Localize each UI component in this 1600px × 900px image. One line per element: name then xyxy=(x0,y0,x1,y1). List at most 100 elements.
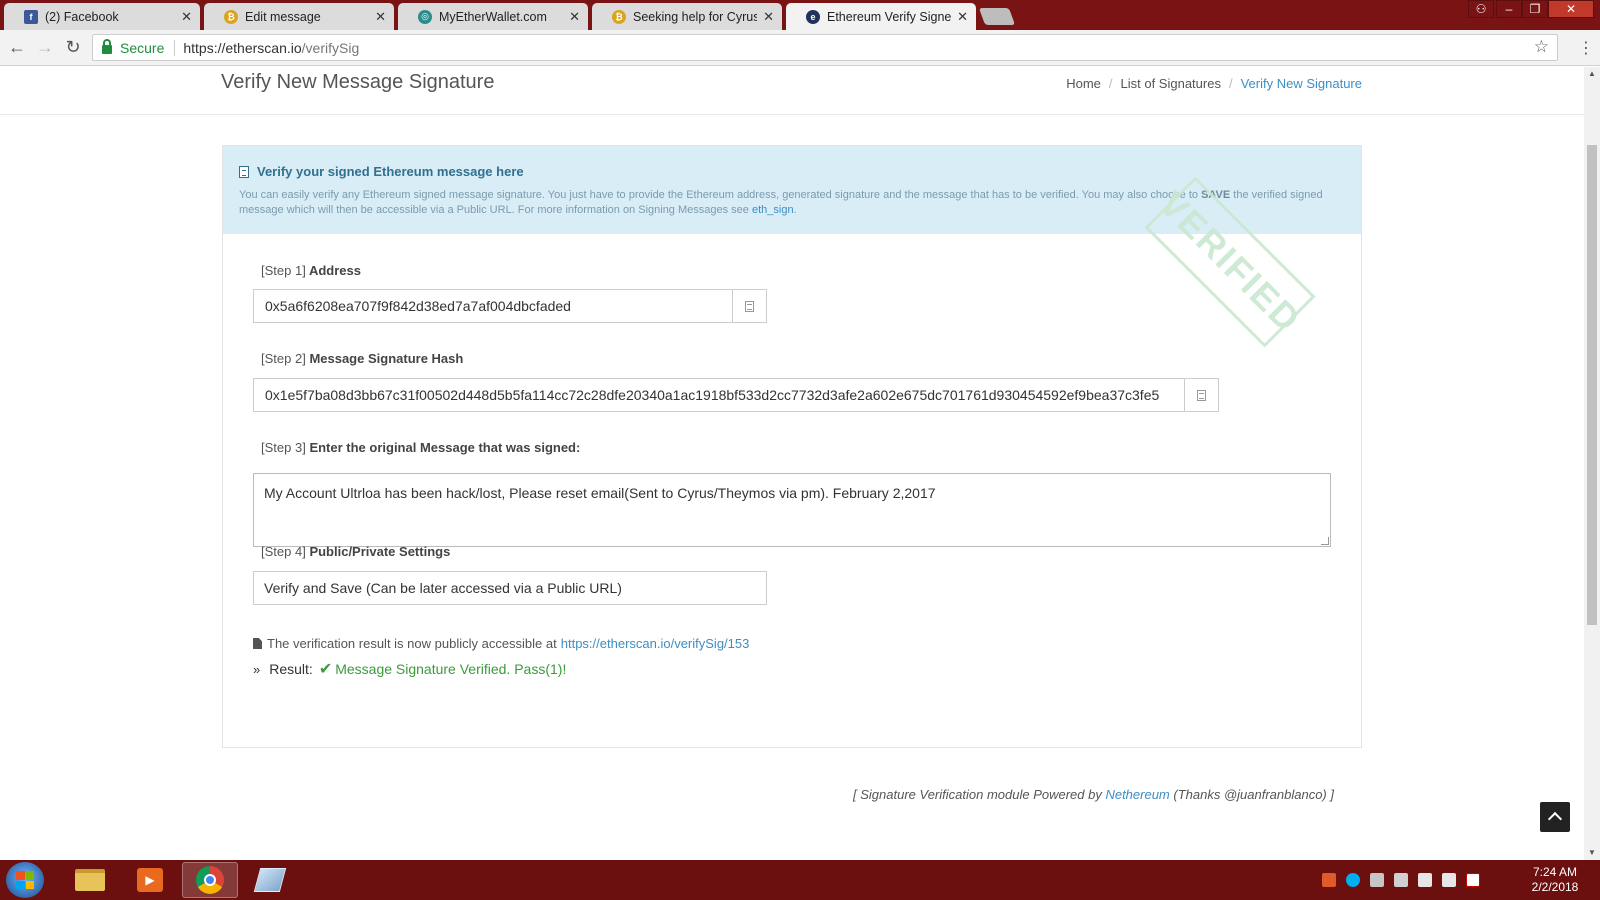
public-note-text: The verification result is now publicly … xyxy=(267,636,557,651)
forward-button[interactable]: → xyxy=(34,37,56,58)
step-1-label: [Step 1] Address xyxy=(261,263,361,278)
clock-time: 7:24 AM xyxy=(1532,865,1578,879)
step-3-label: [Step 3] Enter the original Message that… xyxy=(261,440,580,455)
file-icon xyxy=(253,638,262,649)
step-title: Message Signature Hash xyxy=(309,351,464,366)
footer-text: [ Signature Verification module Powered … xyxy=(853,787,1106,802)
clock-date: 2/2/2018 xyxy=(1531,880,1579,894)
chrome-icon xyxy=(196,866,224,894)
page-title: Verify New Message Signature xyxy=(221,71,495,93)
signature-hash-input[interactable]: 0x1e5f7ba08d3bb67c31f00502d448d5b5fa114c… xyxy=(253,378,1185,412)
paste-address-button[interactable] xyxy=(733,289,767,323)
step-number: [Step 4] xyxy=(261,544,306,559)
action-center-flag-icon[interactable] xyxy=(1466,873,1480,887)
clipboard-icon xyxy=(1197,389,1206,401)
tab-seeking-help[interactable]: ₿ Seeking help for Cyrus/Th ✕ xyxy=(592,3,782,30)
page-scrollbar[interactable]: ▲ ▼ xyxy=(1584,67,1600,860)
address-input[interactable]: 0x5a6f6208ea707f9f842d38ed7a7af004dbcfad… xyxy=(253,289,733,323)
url-path: /verifySig xyxy=(301,39,360,56)
user-icon[interactable]: ⚇ xyxy=(1468,0,1494,18)
public-url-note: The verification result is now publicly … xyxy=(253,636,749,651)
tray-sync-icon[interactable] xyxy=(1394,873,1408,887)
restore-button[interactable]: ❐ xyxy=(1522,0,1548,18)
tab-facebook[interactable]: f (2) Facebook ✕ xyxy=(4,3,200,30)
secure-label: Secure xyxy=(120,39,176,56)
address-input-group: 0x5a6f6208ea707f9f842d38ed7a7af004dbcfad… xyxy=(253,289,767,323)
scroll-up-arrow[interactable]: ▲ xyxy=(1584,67,1600,81)
tab-label: MyEtherWallet.com xyxy=(439,9,547,24)
tab-etherscan-verify[interactable]: e Ethereum Verify Signed M ✕ xyxy=(786,3,976,30)
paste-signature-button[interactable] xyxy=(1185,378,1219,412)
notepad-icon xyxy=(253,868,287,892)
step-2-label: [Step 2] Message Signature Hash xyxy=(261,351,463,366)
taskbar-clock[interactable]: 7:24 AM 2/2/2018 xyxy=(1520,865,1590,895)
close-icon[interactable]: ✕ xyxy=(181,9,192,25)
breadcrumb-separator: / xyxy=(1228,76,1233,91)
close-icon[interactable]: ✕ xyxy=(957,9,968,25)
etherscan-icon: e xyxy=(806,9,820,24)
windows-taskbar: ▶ 7:24 AM 2/2/2018 xyxy=(0,860,1600,900)
window-close-button[interactable]: ✕ xyxy=(1548,0,1594,18)
result-label: Result: xyxy=(269,661,313,677)
close-icon[interactable]: ✕ xyxy=(375,9,386,25)
new-tab-button[interactable] xyxy=(978,8,1016,25)
minimize-button[interactable]: – xyxy=(1496,0,1522,18)
taskbar-chrome[interactable] xyxy=(182,862,238,898)
tab-label: Seeking help for Cyrus/Th xyxy=(633,9,758,24)
alert-text-part: You can easily verify any Ethereum signe… xyxy=(239,189,1202,201)
page-viewport: Verify New Message Signature Home / List… xyxy=(0,67,1584,860)
footer-text: (Thanks @juanfranblanco) ] xyxy=(1169,787,1334,802)
result-message: Message Signature Verified. Pass(1)! xyxy=(335,661,567,677)
scroll-down-arrow[interactable]: ▼ xyxy=(1584,846,1600,860)
address-bar[interactable]: Secure https://etherscan.io/verifySig ☆ xyxy=(92,34,1558,61)
public-private-select[interactable]: Verify and Save (Can be later accessed v… xyxy=(253,571,767,605)
breadcrumb-list-of-signatures[interactable]: List of Signatures xyxy=(1121,76,1221,91)
step-title: Public/Private Settings xyxy=(309,544,451,559)
tab-label: Edit message xyxy=(245,9,321,24)
footer-credit: [ Signature Verification module Powered … xyxy=(853,787,1334,802)
chevron-right-icon: » xyxy=(253,661,261,677)
network-icon[interactable] xyxy=(1418,873,1432,887)
step-title: Enter the original Message that was sign… xyxy=(309,440,581,455)
url-text[interactable]: https://etherscan.io/verifySig xyxy=(183,40,359,56)
scrollbar-thumb[interactable] xyxy=(1587,145,1597,625)
back-to-top-button[interactable] xyxy=(1540,802,1570,832)
back-button[interactable]: ← xyxy=(6,37,28,58)
public-url-link[interactable]: https://etherscan.io/verifySig/153 xyxy=(561,636,750,651)
browser-menu-icon[interactable]: ⋮ xyxy=(1578,38,1594,58)
resize-handle[interactable] xyxy=(1321,537,1329,545)
tray-network-app-icon[interactable] xyxy=(1370,873,1384,887)
media-player-icon: ▶ xyxy=(137,868,163,892)
message-textarea[interactable]: My Account Ultrloa has been hack/lost, P… xyxy=(253,473,1331,547)
taskbar-file-explorer[interactable] xyxy=(62,862,118,898)
eth-sign-link[interactable]: eth_sign xyxy=(752,204,794,216)
step-number: [Step 1] xyxy=(261,263,306,278)
start-button[interactable] xyxy=(6,862,44,898)
tab-myetherwallet[interactable]: ◎ MyEtherWallet.com ✕ xyxy=(398,3,588,30)
close-icon[interactable]: ✕ xyxy=(763,9,774,25)
tab-edit-message[interactable]: ₿ Edit message ✕ xyxy=(204,3,394,30)
checkmark-icon: ✔ xyxy=(318,661,333,678)
step-title: Address xyxy=(308,263,361,278)
alert-title: Verify your signed Ethereum message here xyxy=(239,164,524,179)
reload-button[interactable]: ↻ xyxy=(62,37,84,58)
message-text: My Account Ultrloa has been hack/lost, P… xyxy=(264,485,936,501)
breadcrumb-home[interactable]: Home xyxy=(1066,76,1101,91)
bitcoin-icon: ₿ xyxy=(612,9,626,24)
bookmark-star-icon[interactable]: ☆ xyxy=(1534,37,1549,57)
page-header: Verify New Message Signature Home / List… xyxy=(0,67,1584,115)
skype-icon[interactable] xyxy=(1346,873,1360,887)
lock-icon xyxy=(102,38,112,54)
close-icon[interactable]: ✕ xyxy=(569,9,580,25)
taskbar-media-player[interactable]: ▶ xyxy=(122,862,178,898)
tray-app-icon[interactable] xyxy=(1322,873,1336,887)
step-4-label: [Step 4] Public/Private Settings xyxy=(261,544,450,559)
nethereum-link[interactable]: Nethereum xyxy=(1105,787,1169,802)
breadcrumb-separator: / xyxy=(1108,76,1113,91)
browser-toolbar: ← → ↻ Secure https://etherscan.io/verify… xyxy=(0,30,1600,66)
taskbar-notepad[interactable] xyxy=(242,862,298,898)
volume-muted-icon[interactable] xyxy=(1442,873,1456,887)
step-number: [Step 2] xyxy=(261,351,306,366)
facebook-icon: f xyxy=(24,9,38,24)
breadcrumb-current: Verify New Signature xyxy=(1240,76,1362,91)
